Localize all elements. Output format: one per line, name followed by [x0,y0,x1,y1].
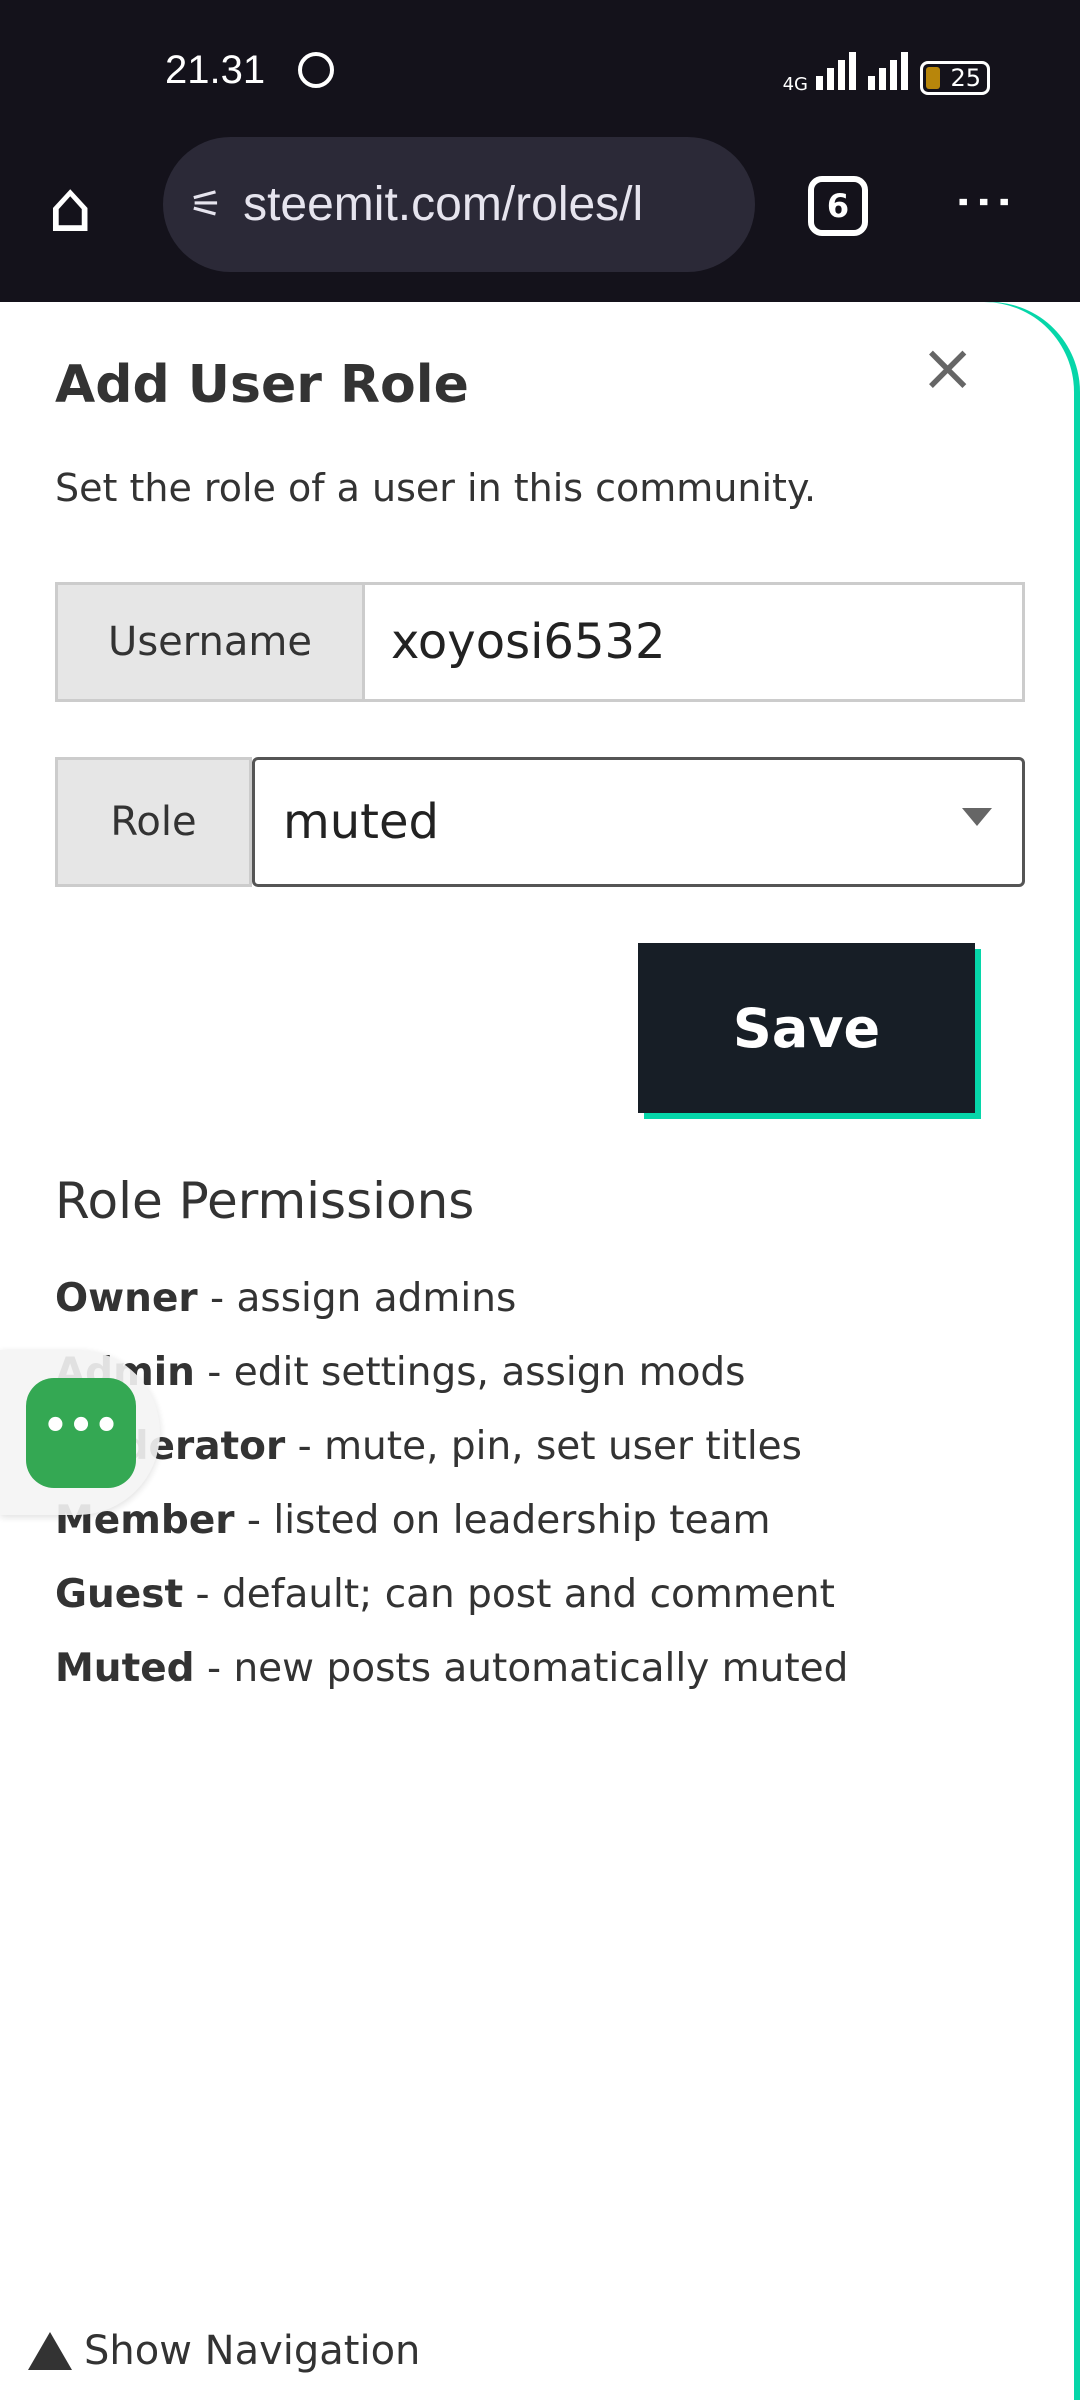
permission-item: Owner - assign admins [55,1276,516,1321]
home-icon[interactable]: ⌂ [48,172,92,242]
role-desc: - mute, pin, set user titles [285,1424,802,1469]
role-desc: - listed on leadership team [234,1498,771,1543]
more-options-fab[interactable]: ••• [26,1378,136,1488]
more-menu-icon[interactable]: ⋮ [950,172,1020,232]
role-row: Role muted [55,757,1025,887]
role-name: Guest [55,1572,184,1617]
show-navigation-link[interactable]: Show Navigation [28,2328,420,2374]
status-icons: 4G 25 [783,52,990,95]
url-text: steemit.com/roles/l [243,178,644,231]
permission-item: Admin - edit settings, assign mods [55,1350,746,1395]
save-button[interactable]: Save [638,943,975,1113]
signal-icon [816,52,860,95]
network-label: 4G [782,74,808,95]
permissions-heading: Role Permissions [55,1172,475,1230]
permission-item: Moderator - mute, pin, set user titles [55,1424,802,1469]
permission-item: Member - listed on leadership team [55,1498,770,1543]
browser-chrome: 21.31 4G 25 ⌂ ⚟ steemit.com/roles/l 6 ⋮ [0,0,1080,302]
role-label: Role [55,757,252,887]
whatsapp-icon [298,52,334,88]
username-label: Username [55,582,365,702]
signal-icon-2 [868,52,912,95]
role-select-value: muted [283,794,439,850]
username-row: Username xoyosi6532 [55,582,1025,702]
dialog-subtitle: Set the role of a user in this community… [55,466,817,510]
username-input[interactable]: xoyosi6532 [365,582,1025,702]
role-desc: - new posts automatically muted [194,1646,849,1691]
url-bar[interactable]: ⚟ steemit.com/roles/l [163,137,755,272]
show-navigation-label: Show Navigation [84,2328,421,2374]
dialog-title: Add User Role [55,355,469,415]
ellipsis-icon: ••• [42,1403,120,1449]
battery-icon: 25 [920,61,990,95]
caret-down-icon [962,808,992,826]
role-name: Owner [55,1276,198,1321]
permission-item: Guest - default; can post and comment [55,1572,835,1617]
close-icon[interactable]: × [920,335,975,401]
triangle-up-icon [28,2332,72,2370]
status-time: 21.31 [165,48,266,92]
role-desc: - assign admins [197,1276,517,1321]
role-desc: - edit settings, assign mods [194,1350,746,1395]
site-settings-icon[interactable]: ⚟ [189,182,223,227]
role-select[interactable]: muted [252,757,1025,887]
role-desc: - default; can post and comment [183,1572,835,1617]
role-name: Muted [55,1646,195,1691]
permission-item: Muted - new posts automatically muted [55,1646,848,1691]
tab-switcher-button[interactable]: 6 [808,176,868,236]
